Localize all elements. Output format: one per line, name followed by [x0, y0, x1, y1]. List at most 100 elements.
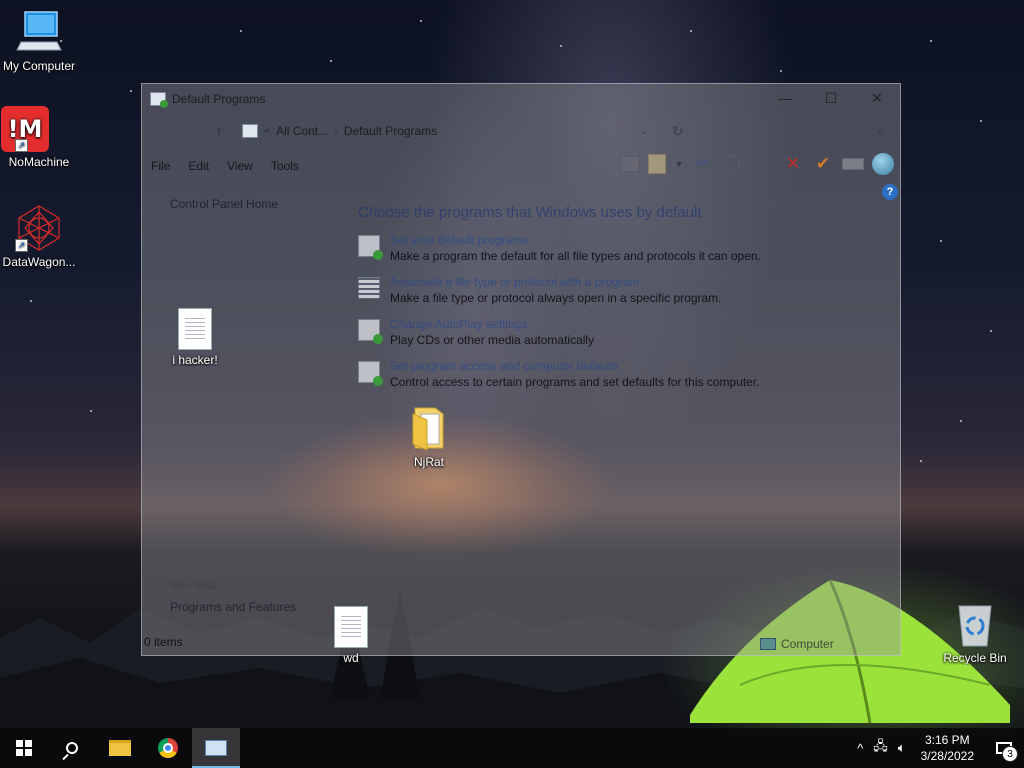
title-bar[interactable]: Default Programs — ☐ ✕: [142, 84, 900, 114]
task-change-autoplay: Change AutoPlay settings Play CDs or oth…: [358, 317, 878, 350]
search-icon[interactable]: ⌕: [877, 123, 884, 139]
maximize-button[interactable]: ☐: [808, 84, 854, 112]
toolbar: ▼ ✂ ❐ 📋︎ ✕ ✔: [620, 152, 894, 176]
notification-count-badge: 3: [1002, 746, 1018, 762]
desktop-icon-label: i hacker!: [172, 353, 218, 367]
rename-icon[interactable]: [842, 158, 864, 170]
menu-edit[interactable]: Edit: [179, 159, 218, 173]
desktop-icon-nomachine[interactable]: !M ↗ NoMachine: [0, 104, 78, 169]
address-bar[interactable]: « All Cont... › Default Programs ⌄: [236, 119, 666, 143]
task-description: Make a program the default for all file …: [390, 249, 761, 263]
clock[interactable]: 3:16 PM 3/28/2022: [911, 732, 984, 764]
control-panel-icon: [242, 124, 258, 138]
folder-icon: [109, 740, 131, 756]
desktop-icon-recycle-bin[interactable]: Recycle Bin: [936, 600, 1014, 665]
globe-icon[interactable]: [872, 153, 894, 175]
desktop-icon-datawagon[interactable]: ↗ DataWagon...: [0, 204, 78, 269]
breadcrumb-all-control-panel[interactable]: All Cont...: [276, 124, 328, 138]
system-tray: ^ 🖧︎ 🔈︎ 3:16 PM 3/28/2022 3: [852, 728, 1024, 768]
desktop-icon-i-hacker[interactable]: i hacker!: [156, 305, 234, 367]
left-pane: Control Panel Home: [170, 197, 278, 211]
control-panel-icon: [150, 92, 168, 108]
menu-file[interactable]: File: [142, 159, 179, 173]
programs-and-features-link[interactable]: Programs and Features: [170, 600, 296, 614]
desktop-icon-wd[interactable]: wd: [312, 603, 390, 665]
control-panel-icon: [205, 740, 227, 756]
clock-date: 3/28/2022: [920, 749, 974, 763]
paste-icon[interactable]: 📋︎: [752, 152, 774, 176]
task-set-default-programs: Set your default programs Make a program…: [358, 233, 878, 266]
status-bar: 0 items Computer: [144, 635, 900, 653]
task-link[interactable]: Associate a file type or protocol with a…: [390, 275, 722, 289]
window-title: Default Programs: [172, 92, 266, 106]
desktop-icon-my-computer[interactable]: My Computer: [0, 8, 78, 73]
address-overflow[interactable]: «: [264, 125, 270, 137]
status-location: Computer: [781, 637, 834, 651]
task-description: Make a file type or protocol always open…: [390, 291, 722, 305]
search-icon: [66, 742, 78, 754]
help-icon[interactable]: ?: [882, 184, 898, 200]
nomachine-icon: !M ↗: [1, 104, 63, 152]
task-program-access: Set program access and computer defaults…: [358, 359, 878, 392]
clock-time: 3:16 PM: [924, 733, 970, 747]
shortcut-arrow-icon: ↗: [15, 139, 28, 152]
menu-tools[interactable]: Tools: [262, 159, 308, 173]
navigation-bar: ← → ↑ « All Cont... › Default Programs ⌄…: [142, 114, 900, 148]
computer-icon: [760, 638, 776, 650]
volume-icon[interactable]: 🔈︎: [893, 740, 911, 756]
taskbar-chrome[interactable]: [144, 728, 192, 768]
page-heading: Choose the programs that Windows uses by…: [358, 204, 702, 221]
desktop-icon-label: Recycle Bin: [943, 651, 1007, 665]
task-link[interactable]: Set your default programs: [390, 233, 761, 247]
task-link[interactable]: Change AutoPlay settings: [390, 317, 594, 331]
action-center-button[interactable]: 3: [984, 728, 1024, 768]
file-association-icon: [358, 277, 380, 299]
properties-icon[interactable]: [648, 154, 666, 174]
shortcut-arrow-icon: ↗: [15, 239, 28, 252]
cut-icon[interactable]: ✂: [692, 152, 714, 176]
windows-logo-icon: [16, 740, 32, 756]
see-also-section: See also Programs and Features: [170, 578, 296, 614]
checkmark-icon[interactable]: ✔: [812, 152, 834, 176]
chevron-up-icon[interactable]: ^: [852, 741, 868, 756]
program-access-icon: [358, 361, 383, 386]
menu-bar: File Edit View Tools ▼ ✂ ❐ 📋︎ ✕ ✔: [142, 148, 900, 184]
chevron-down-icon[interactable]: ⌄: [640, 126, 648, 137]
folder-icon: [405, 404, 453, 452]
control-panel-home-link[interactable]: Control Panel Home: [170, 197, 278, 211]
default-programs-icon: [358, 235, 383, 260]
desktop-icon-label: My Computer: [2, 59, 76, 73]
task-description: Control access to certain programs and s…: [390, 375, 760, 389]
taskbar-control-panel[interactable]: [192, 728, 240, 768]
taskbar-file-explorer[interactable]: [96, 728, 144, 768]
delete-icon[interactable]: ✕: [782, 152, 804, 176]
view-pane-icon[interactable]: [620, 156, 640, 172]
forward-arrow-icon[interactable]: →: [180, 123, 202, 139]
task-associate-file-type: Associate a file type or protocol with a…: [358, 275, 878, 308]
autoplay-icon: [358, 319, 383, 344]
desktop-icon-njrat[interactable]: NjRat: [390, 404, 468, 469]
breadcrumb-default-programs[interactable]: Default Programs: [344, 124, 437, 138]
copy-icon[interactable]: ❐: [722, 152, 744, 176]
default-programs-window[interactable]: Default Programs — ☐ ✕ ← → ↑ « All Cont.…: [141, 83, 901, 656]
search-button[interactable]: [48, 728, 96, 768]
text-document-icon: [178, 308, 212, 350]
close-button[interactable]: ✕: [854, 84, 900, 112]
up-arrow-icon[interactable]: ↑: [208, 123, 230, 139]
network-icon[interactable]: 🖧︎: [868, 737, 893, 759]
text-document-icon: [334, 606, 368, 648]
see-also-header: See also: [170, 578, 217, 592]
chevron-down-icon[interactable]: ▼: [674, 152, 684, 176]
desktop-icon-label: NoMachine: [8, 155, 70, 169]
start-button[interactable]: [0, 728, 48, 768]
taskbar: ^ 🖧︎ 🔈︎ 3:16 PM 3/28/2022 3: [0, 728, 1024, 768]
chrome-icon: [158, 738, 178, 758]
minimize-button[interactable]: —: [762, 84, 808, 112]
desktop-icon-label: DataWagon...: [2, 255, 76, 269]
menu-view[interactable]: View: [218, 159, 262, 173]
task-link[interactable]: Set program access and computer defaults: [390, 359, 760, 373]
breadcrumb-separator-icon: ›: [334, 125, 338, 137]
refresh-icon[interactable]: ↻: [672, 123, 684, 140]
back-arrow-icon[interactable]: ←: [152, 123, 174, 139]
monitor-icon: [15, 8, 63, 56]
